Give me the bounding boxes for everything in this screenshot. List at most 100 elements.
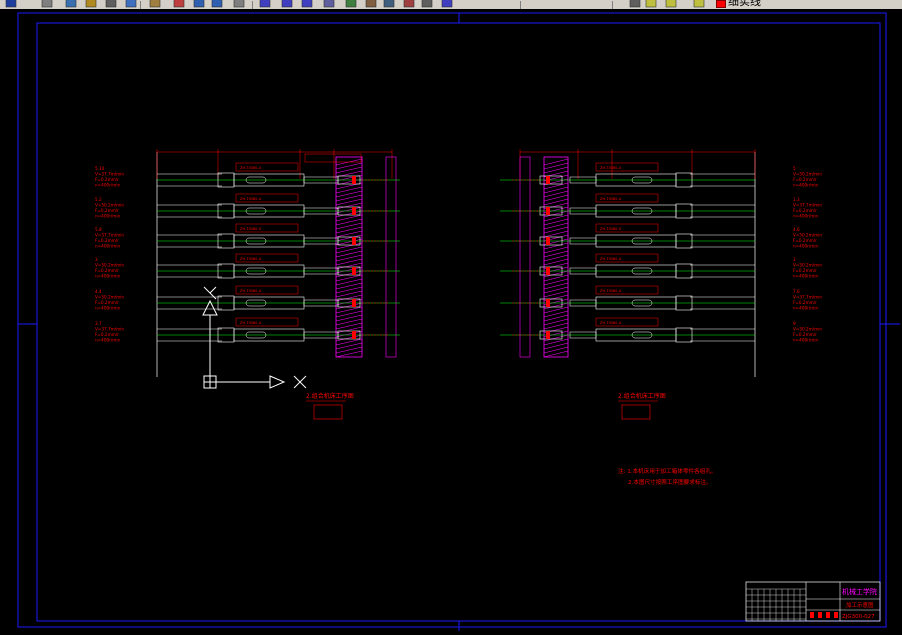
left-cutting-param: F=0.2mm/r <box>95 332 119 337</box>
right-drill-mark <box>546 207 550 215</box>
left-cutting-param: F=0.2mm/r <box>95 238 119 243</box>
layer-freeze-icon[interactable] <box>664 0 678 9</box>
left-cutting-param: 4.4 <box>95 289 102 294</box>
right-workpiece <box>543 156 569 358</box>
left-cutting-param: V=37.7m/min <box>95 327 124 332</box>
title-block-school: 机械工学院 <box>842 587 877 596</box>
right-cutting-param: V=50.2m/min <box>793 172 822 177</box>
left-cutting-param: F=0.2mm/r <box>95 177 119 182</box>
left-holder-label: ZH-T3080-4 <box>240 257 262 261</box>
right-holder-label: ZH-T3080-4 <box>600 321 622 325</box>
left-view-title-box <box>313 404 343 420</box>
right-cutting-param: V=50.2m/min <box>793 233 822 238</box>
left-cutting-param: 5.10 <box>95 166 105 171</box>
pan-icon[interactable] <box>232 0 246 9</box>
left-cutting-param: n=400r/min <box>95 306 121 311</box>
right-cutting-param: n=400r/min <box>793 183 819 188</box>
toolbar-separator <box>520 1 521 9</box>
right-fixture <box>519 156 531 358</box>
help-icon[interactable] <box>440 0 454 9</box>
zoom-realtime-icon[interactable] <box>258 0 272 9</box>
drawing-canvas[interactable]: 5.10 V=37.7m/min F=0.2mm/r n=400r/min ZH-T30… <box>0 9 902 631</box>
left-cutting-param: F=0.2mm/r <box>95 268 119 273</box>
left-cutting-param: n=400r/min <box>95 274 121 279</box>
left-machining-view: 5.10V=37.7m/minF=0.2mm/rn=400r/minZH-T30… <box>95 149 400 377</box>
right-cutting-param: V=37.7m/min <box>793 203 822 208</box>
properties-icon[interactable] <box>322 0 336 9</box>
publish-icon[interactable] <box>84 0 98 9</box>
right-cutting-param: n=400r/min <box>793 274 819 279</box>
left-workpiece <box>335 156 363 358</box>
left-fixture <box>385 156 397 358</box>
title-block: 机械工学院 加工示意图 ZJG300-027 <box>745 581 881 622</box>
right-cutting-param: F=0.2mm/r <box>793 332 817 337</box>
left-cutting-param: V=50.2m/min <box>95 203 124 208</box>
left-cutting-param: V=50.2m/min <box>95 295 124 300</box>
right-machining-view: 5V=50.2m/minF=0.2mm/rn=400r/minZH-T3080-… <box>500 149 822 377</box>
cad-drawing[interactable]: 5.10V=37.7m/minF=0.2mm/rn=400r/minZH-T30… <box>0 9 902 631</box>
right-cutting-param: V=50.2m/min <box>793 327 822 332</box>
save-icon[interactable] <box>4 0 18 9</box>
design-center-icon[interactable] <box>344 0 358 9</box>
right-cutting-param: V=50.2m/min <box>793 263 822 268</box>
outer-border <box>17 12 887 628</box>
right-holder-label: ZH-T3080-4 <box>600 197 622 201</box>
right-drill-mark <box>546 176 550 184</box>
ucs-icon <box>202 286 307 389</box>
right-cutting-param: 1.3 <box>793 197 800 202</box>
title-block-mark <box>818 612 822 618</box>
right-cutting-param: 3 <box>793 257 796 262</box>
title-block-drawing-name: 加工示意图 <box>846 601 874 609</box>
right-holder-label: ZH-T3080-4 <box>600 289 622 293</box>
left-holder-label: ZH-T3080-4 <box>240 227 262 231</box>
preview-icon[interactable] <box>64 0 78 9</box>
markup-icon[interactable] <box>402 0 416 9</box>
match-properties-icon[interactable] <box>172 0 186 9</box>
right-cutting-param: n=400r/min <box>793 214 819 219</box>
right-cutting-param: 5 <box>793 166 796 171</box>
left-cutting-param: F=0.2mm/r <box>95 300 119 305</box>
redo-icon[interactable] <box>210 0 224 9</box>
toolbar-separator <box>140 1 141 9</box>
sheet-set-icon[interactable] <box>382 0 396 9</box>
left-cutting-param: V=37.7m/min <box>95 172 124 177</box>
tool-palettes-icon[interactable] <box>364 0 378 9</box>
left-cutting-param: 5.2 <box>95 197 102 202</box>
left-holder-label: ZH-T3080-4 <box>240 166 262 170</box>
calculator-icon[interactable] <box>420 0 434 9</box>
left-cutting-param: n=400r/min <box>95 244 121 249</box>
left-drill-mark <box>352 331 356 339</box>
title-block-drawing-number: ZJG300-027 <box>842 614 875 620</box>
left-drill-mark <box>352 176 356 184</box>
print-icon[interactable] <box>40 0 54 9</box>
notes-line-1: 注: 1.本机床用于加工箱体零件各组孔。 <box>618 467 717 475</box>
right-view-title-box <box>621 404 651 420</box>
left-drill-mark <box>352 299 356 307</box>
zoom-window-icon[interactable] <box>280 0 294 9</box>
notes-line-2: 2.本图尺寸按照工序图要求标注。 <box>628 478 712 486</box>
right-drill-mark <box>546 299 550 307</box>
right-cutting-param: V=37.7m/min <box>793 295 822 300</box>
current-layer-label[interactable]: 细实线 <box>728 0 761 8</box>
layer-manager-icon[interactable] <box>628 0 642 9</box>
right-cutting-param: 4.6 <box>793 227 800 232</box>
right-cutting-param: F=0.2mm/r <box>793 268 817 273</box>
undo-icon[interactable] <box>192 0 206 9</box>
paste-icon[interactable] <box>148 0 162 9</box>
left-header-box <box>304 153 362 163</box>
left-cutting-param: 3.7 <box>95 321 102 326</box>
layer-visibility-icon[interactable] <box>644 0 658 9</box>
layer-lock-icon[interactable] <box>692 0 706 9</box>
right-drill-mark <box>546 331 550 339</box>
cut-icon[interactable] <box>104 0 118 9</box>
title-block-mark <box>834 612 838 618</box>
left-cutting-param: 3 <box>95 257 98 262</box>
left-holder-label: ZH-T3080-4 <box>240 321 262 325</box>
left-cutting-param: n=400r/min <box>95 214 121 219</box>
layer-color-swatch[interactable] <box>716 0 726 8</box>
title-block-mark <box>826 612 830 618</box>
copy-icon[interactable] <box>124 0 138 9</box>
right-cutting-param: 9 <box>793 321 796 326</box>
zoom-previous-icon[interactable] <box>300 0 314 9</box>
right-cutting-param: 7.6 <box>793 289 800 294</box>
